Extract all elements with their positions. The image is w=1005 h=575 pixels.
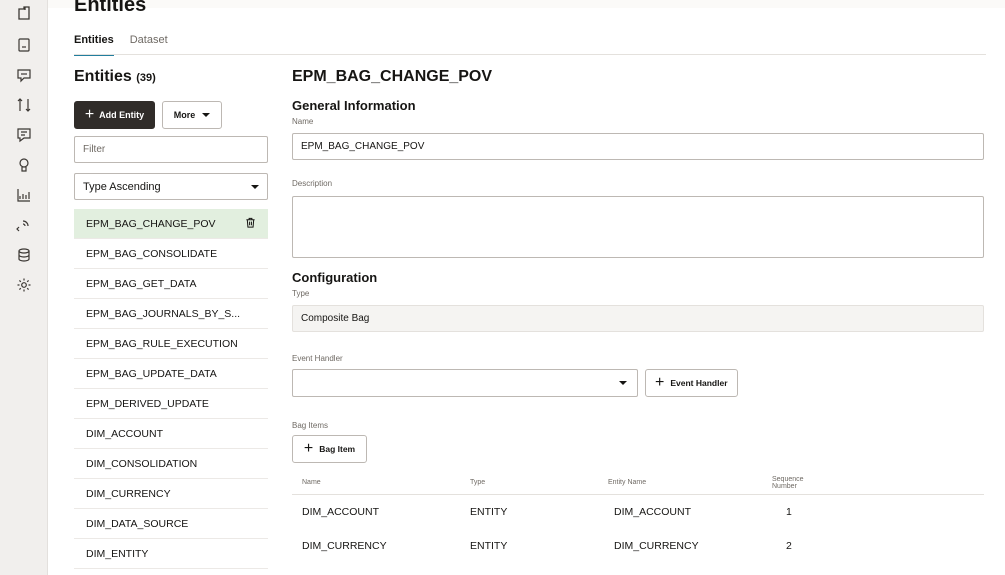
list-item[interactable]: EPM_BAG_JOURNALS_BY_S... — [74, 299, 268, 329]
entity-detail-panel: EPM_BAG_CHANGE_POV General Information N… — [292, 68, 984, 563]
tabs-divider — [74, 54, 986, 55]
list-item-label: EPM_BAG_GET_DATA — [86, 277, 197, 290]
list-item[interactable]: DIM_ENTITY — [74, 539, 268, 569]
general-information-heading: General Information — [292, 98, 416, 113]
column-header-name[interactable]: Name — [292, 479, 460, 486]
cell-name: DIM_CURRENCY — [302, 540, 387, 552]
list-item-label: DIM_ENTITY — [86, 547, 149, 560]
add-event-handler-label: Event Handler — [670, 378, 728, 388]
list-item[interactable]: EPM_BAG_GET_DATA — [74, 269, 268, 299]
add-bag-item-label: Bag Item — [319, 444, 356, 454]
sort-value: Type Ascending — [83, 180, 161, 193]
entities-heading: Entities (39) — [74, 68, 268, 86]
table-row[interactable]: DIM_CURRENCY ENTITY DIM_CURRENCY 2 — [292, 529, 984, 563]
entity-list: EPM_BAG_CHANGE_POV EPM_BAG_CONSOLIDATE E… — [74, 209, 268, 569]
resource-icon[interactable] — [14, 95, 34, 115]
plus-icon: + — [655, 374, 665, 391]
bag-items-table-header: Name Type Entity Name Sequence Number — [292, 471, 984, 495]
list-item-label: DIM_CONSOLIDATION — [86, 457, 198, 470]
cell-type: ENTITY — [470, 506, 508, 518]
list-item[interactable]: DIM_CURRENCY — [74, 479, 268, 509]
column-header-type[interactable]: Type — [460, 479, 598, 486]
insights-icon[interactable] — [14, 155, 34, 175]
analytics-icon[interactable] — [14, 185, 34, 205]
event-handler-label: Event Handler — [292, 354, 343, 363]
column-header-sequence-line1: Sequence — [772, 475, 804, 483]
page-heading: Entities — [74, 0, 147, 16]
event-handler-select[interactable] — [292, 369, 638, 397]
list-item[interactable]: DIM_CONSOLIDATION — [74, 449, 268, 479]
name-label: Name — [292, 117, 314, 126]
chevron-down-icon — [619, 381, 627, 385]
main-panel: Entities Entities Dataset Entities (39) … — [48, 0, 1005, 575]
column-header-entity-name[interactable]: Entity Name — [598, 479, 762, 486]
trash-icon[interactable] — [245, 217, 256, 231]
list-item-label: DIM_DATA_SOURCE — [86, 517, 189, 530]
chevron-down-icon — [251, 184, 259, 189]
flows-icon[interactable] — [14, 125, 34, 145]
channels-icon[interactable] — [14, 215, 34, 235]
plus-icon: + — [303, 440, 314, 457]
type-field: Composite Bag — [292, 305, 984, 332]
add-entity-button[interactable]: + Add Entity — [74, 101, 155, 129]
settings-icon[interactable] — [14, 275, 34, 295]
list-item[interactable]: EPM_BAG_CHANGE_POV — [74, 209, 268, 239]
list-item-label: EPM_BAG_CHANGE_POV — [86, 217, 216, 230]
tab-entities[interactable]: Entities — [74, 34, 114, 56]
column-header-sequence[interactable]: Sequence Number — [762, 476, 822, 490]
add-event-handler-button[interactable]: + Event Handler — [645, 369, 738, 397]
add-entity-label: Add Entity — [99, 110, 145, 120]
list-item[interactable]: EPM_BAG_RULE_EXECUTION — [74, 329, 268, 359]
entity-title: EPM_BAG_CHANGE_POV — [292, 68, 493, 85]
list-item-label: EPM_BAG_RULE_EXECUTION — [86, 337, 238, 350]
tab-dataset[interactable]: Dataset — [130, 34, 168, 56]
list-item-label: DIM_CURRENCY — [86, 487, 171, 500]
navigation-rail — [0, 0, 48, 575]
chat-icon[interactable] — [14, 65, 34, 85]
description-label: Description — [292, 179, 333, 188]
list-item[interactable]: DIM_ACCOUNT — [74, 419, 268, 449]
description-field[interactable] — [292, 196, 984, 258]
cell-sequence: 2 — [786, 540, 792, 552]
type-label: Type — [292, 289, 310, 298]
entities-icon[interactable] — [14, 3, 34, 23]
list-item-label: EPM_BAG_UPDATE_DATA — [86, 367, 217, 380]
cell-entity-name: DIM_CURRENCY — [614, 540, 699, 552]
list-item[interactable]: EPM_BAG_UPDATE_DATA — [74, 359, 268, 389]
bag-items-label: Bag Items — [292, 421, 329, 430]
cell-name: DIM_ACCOUNT — [302, 506, 380, 518]
list-item-label: EPM_DERIVED_UPDATE — [86, 397, 209, 410]
chevron-down-icon — [202, 113, 211, 117]
entity-list-panel: Entities (39) + Add Entity More Filter T… — [74, 68, 268, 569]
list-item[interactable]: EPM_BAG_CONSOLIDATE — [74, 239, 268, 269]
more-button[interactable]: More — [162, 101, 222, 129]
cell-entity-name: DIM_ACCOUNT — [614, 506, 692, 518]
sort-select[interactable]: Type Ascending — [74, 173, 268, 200]
data-icon[interactable] — [14, 245, 34, 265]
column-header-sequence-line2: Number — [772, 482, 797, 490]
intents-icon[interactable] — [14, 35, 34, 55]
cell-sequence: 1 — [786, 506, 792, 518]
cell-type: ENTITY — [470, 540, 508, 552]
table-row[interactable]: DIM_ACCOUNT ENTITY DIM_ACCOUNT 1 — [292, 495, 984, 529]
tab-bar: Entities Dataset — [74, 34, 184, 56]
list-item[interactable]: DIM_DATA_SOURCE — [74, 509, 268, 539]
configuration-heading: Configuration — [292, 270, 378, 285]
plus-icon: + — [84, 106, 95, 123]
list-item-label: EPM_BAG_CONSOLIDATE — [86, 247, 218, 260]
more-label: More — [173, 110, 196, 120]
list-item-label: DIM_ACCOUNT — [86, 427, 164, 440]
list-item[interactable]: EPM_DERIVED_UPDATE — [74, 389, 268, 419]
filter-input[interactable]: Filter — [74, 136, 268, 163]
add-bag-item-button[interactable]: + Bag Item — [292, 435, 367, 463]
list-item-label: EPM_BAG_JOURNALS_BY_S... — [86, 307, 241, 320]
entities-count: (39) — [136, 72, 156, 84]
name-field[interactable]: EPM_BAG_CHANGE_POV — [292, 133, 984, 160]
entities-title: Entities — [74, 68, 132, 85]
